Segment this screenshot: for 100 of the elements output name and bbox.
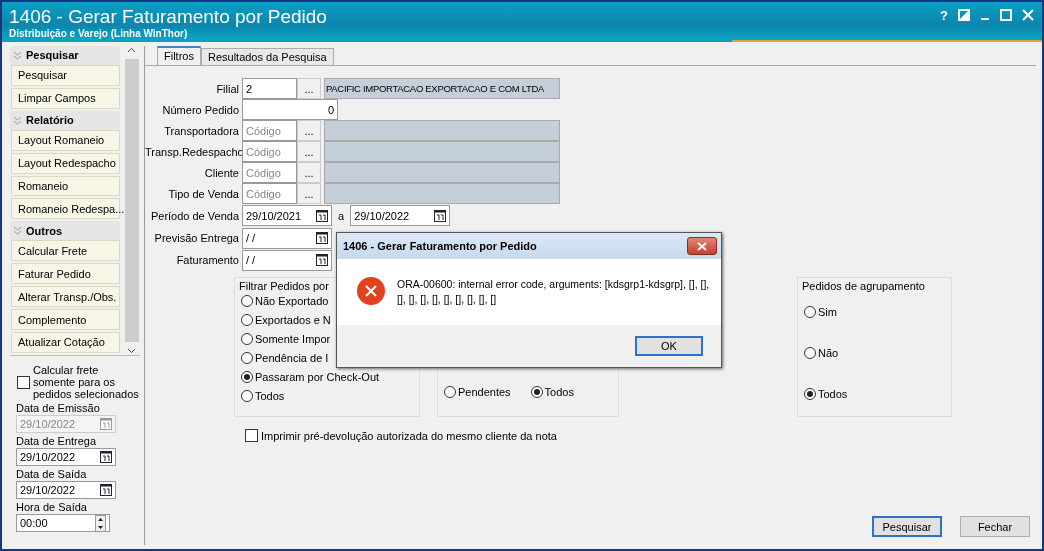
scroll-up-icon[interactable] [127, 46, 136, 55]
radio-option[interactable]: Todos [804, 388, 848, 400]
calendar-icon[interactable] [316, 209, 328, 222]
code-field[interactable]: Código [242, 183, 297, 204]
field-label: Transportadora [163, 124, 239, 137]
sidebar-button[interactable]: Romaneio [11, 175, 120, 197]
field-label: Data de Entrega [16, 435, 97, 448]
radio-option[interactable]: Não [804, 347, 839, 359]
spinner-icon[interactable] [95, 514, 106, 532]
radio-option[interactable]: Não Exportado [241, 295, 329, 307]
lookup-button[interactable]: ... [297, 141, 321, 162]
date-field[interactable]: 29/10/2022 [350, 205, 451, 226]
date-field[interactable]: / / [242, 227, 332, 249]
tab[interactable]: Filtros [157, 46, 201, 65]
code-field[interactable]: Código [242, 120, 297, 141]
sidebar-button[interactable]: Calcular Frete [11, 240, 120, 262]
radio-option[interactable]: Exportados e N [241, 314, 331, 326]
radio-button[interactable] [241, 314, 253, 326]
ok-button[interactable]: OK [635, 336, 703, 356]
code-field[interactable]: 2 [242, 78, 297, 99]
radio-button[interactable] [241, 295, 253, 307]
group-title: Pedidos de agrupamento [802, 280, 925, 292]
sidebar-button[interactable]: Complemento [11, 309, 120, 330]
date-field[interactable]: 29/10/2022 [16, 448, 116, 466]
sidebar-button[interactable]: Faturar Pedido [11, 263, 120, 285]
sidebar-button[interactable]: Pesquisar [11, 64, 120, 86]
field-label: Data de Saída [16, 468, 87, 481]
field-label: Previsão Entrega [153, 232, 239, 244]
maximize-icon[interactable] [1000, 9, 1012, 21]
section-header[interactable]: Pesquisar [10, 46, 120, 65]
field-label: Tipo de Venda [167, 187, 239, 200]
calendar-icon[interactable] [434, 209, 447, 222]
section-title: Outros [26, 224, 63, 237]
window-subtitle: Distribuição e Varejo (Linha WinThor) [9, 28, 189, 39]
radio-button[interactable] [241, 352, 253, 364]
calendar-icon[interactable] [316, 254, 328, 266]
scrollbar-thumb[interactable] [124, 59, 139, 342]
date-field[interactable]: 29/10/2022 [16, 481, 116, 499]
field-label: Filial [215, 82, 239, 95]
lookup-button[interactable]: ... [297, 183, 321, 204]
radio-button[interactable] [444, 386, 456, 398]
sidebar-button[interactable]: Alterar Transp./Obs. [11, 286, 120, 308]
section-title: Pesquisar [26, 49, 79, 62]
lookup-button[interactable]: ... [297, 120, 321, 141]
radio-button[interactable] [241, 390, 253, 402]
field-label: Hora de Saída [16, 501, 87, 514]
dialog-title: 1406 - Gerar Faturamento por Pedido [343, 240, 537, 252]
sidebar-button[interactable]: Layout Redespacho [11, 152, 120, 174]
lookup-button[interactable]: ... [297, 162, 321, 183]
checkbox[interactable] [17, 375, 30, 389]
sidebar-button[interactable]: Atualizar Cotação [11, 332, 120, 353]
checkbox[interactable] [245, 429, 258, 442]
help-button[interactable]: ? [940, 9, 948, 22]
field-label: Número Pedido [161, 103, 239, 116]
lookup-button[interactable]: ... [297, 78, 321, 99]
radio-option[interactable]: Todos [241, 390, 285, 402]
close-icon [697, 241, 707, 251]
radio-option[interactable]: Passaram por Check-Out [241, 371, 380, 383]
calendar-icon[interactable] [316, 232, 328, 244]
group-title: Filtrar Pedidos por [239, 280, 329, 292]
field-label: Cliente [203, 166, 239, 179]
radio-button[interactable] [804, 347, 816, 359]
contrast-icon[interactable] [958, 9, 970, 21]
window-title: 1406 - Gerar Faturamento por Pedido [9, 6, 327, 28]
action-button[interactable]: Fechar [960, 516, 1030, 537]
calendar-icon[interactable] [100, 451, 112, 463]
section-title: Relatório [26, 114, 74, 127]
radio-option[interactable]: Sim [804, 306, 837, 318]
radio-button[interactable] [804, 306, 816, 318]
radio-option[interactable]: Somente Impor [241, 333, 331, 345]
radio-button[interactable] [241, 371, 253, 383]
radio-option[interactable]: Todos [530, 386, 574, 398]
number-field[interactable]: 0 [242, 99, 338, 120]
range-separator: a [338, 209, 345, 222]
close-icon[interactable] [1022, 9, 1034, 21]
checkbox-label: Calcular frete somente para os pedidos selecionados [33, 364, 140, 400]
tab[interactable]: Resultados da Pesquisa [200, 48, 334, 65]
checkbox-label: Imprimir pré-devolução autorizada do mesmo cliente da nota [261, 429, 557, 442]
radio-option[interactable]: Pendência de I [241, 352, 329, 364]
scroll-down-icon[interactable] [127, 346, 136, 355]
radio-button[interactable] [530, 386, 543, 398]
radio-button[interactable] [241, 333, 253, 345]
calendar-icon[interactable] [100, 484, 112, 496]
action-button[interactable]: Pesquisar [872, 516, 942, 537]
section-header[interactable]: Relatório [10, 110, 120, 130]
date-field[interactable]: / / [242, 249, 332, 271]
sidebar-button[interactable]: Limpar Campos [11, 87, 120, 109]
sidebar-button[interactable]: Layout Romaneio [11, 129, 120, 151]
date-field[interactable]: 29/10/2021 [242, 205, 332, 226]
radio-option[interactable]: Pendentes [444, 386, 511, 398]
radio-button[interactable] [804, 388, 816, 400]
dialog-close-button[interactable] [687, 237, 717, 255]
code-field[interactable]: Código [242, 141, 297, 162]
section-header[interactable]: Outros [10, 221, 120, 241]
time-field[interactable]: 00:00 [16, 514, 110, 532]
description-field: PACIFIC IMPORTACAO EXPORTACAO E COM LTDA [324, 78, 560, 99]
field-label: Período de Venda [149, 209, 239, 222]
code-field[interactable]: Código [242, 162, 297, 183]
field-label: Faturamento [175, 254, 239, 266]
error-icon [357, 277, 385, 305]
